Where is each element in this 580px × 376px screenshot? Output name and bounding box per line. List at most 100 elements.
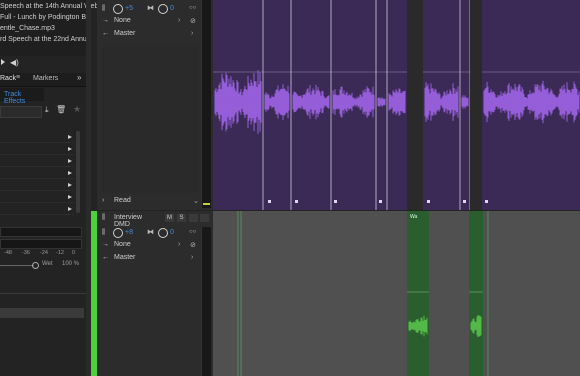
- left-panel: Speech at the 14th Annual Web Full - Lun…: [0, 0, 98, 376]
- effect-slot[interactable]: [0, 179, 74, 191]
- effect-slot[interactable]: [0, 203, 74, 215]
- phase-invert-icon[interactable]: ⊘: [190, 17, 196, 25]
- track2-input-dropdown[interactable]: None ›: [111, 241, 185, 250]
- save-preset-icon[interactable]: ⤓: [45, 105, 49, 115]
- track2-lane: [213, 211, 580, 376]
- pan-knob-icon[interactable]: [158, 4, 168, 14]
- pan-icon[interactable]: ⧓: [147, 4, 154, 12]
- automation-expand-icon[interactable]: ›: [102, 197, 104, 204]
- track1-output-value: Master: [114, 30, 136, 37]
- effect-slot[interactable]: [0, 155, 74, 167]
- volume-knob-icon[interactable]: [113, 228, 123, 238]
- track1-output-dropdown[interactable]: Master ›: [111, 30, 197, 39]
- slot-arrow-icon[interactable]: [68, 195, 72, 199]
- track1-pan-value[interactable]: 0: [170, 5, 174, 12]
- file-item[interactable]: rd Speech at the 22nd Annua: [0, 35, 91, 44]
- file-item[interactable]: entle_Chase.mp3: [0, 24, 55, 33]
- pan-icon[interactable]: ⧓: [147, 228, 154, 236]
- meter-tick-label: -36: [22, 250, 30, 256]
- track1-input-value: None: [114, 17, 131, 24]
- track2-clip: [469, 211, 483, 376]
- track-effects-label: Track Effects: [4, 91, 26, 105]
- meter-tick-label: 0: [72, 250, 76, 256]
- volume-knob-icon[interactable]: [113, 4, 123, 14]
- slot-arrow-icon[interactable]: [68, 135, 72, 139]
- slot-arrow-icon[interactable]: [68, 171, 72, 175]
- clip-label: Wa: [410, 214, 418, 220]
- preset-dropdown[interactable]: [0, 106, 42, 118]
- phase-invert-icon[interactable]: ⊘: [190, 241, 196, 249]
- chevron-right-icon: ›: [178, 17, 181, 24]
- speaker-icon[interactable]: ◀): [10, 58, 19, 67]
- monitor-input-button[interactable]: [200, 214, 209, 222]
- meter-scale: -48 -36 -24 -12 0: [0, 250, 80, 258]
- track2-input-value: None: [114, 241, 131, 248]
- lower-panel-header: [0, 308, 84, 318]
- track1-volume-value[interactable]: +5: [125, 5, 133, 12]
- stereo-icon[interactable]: ○○: [189, 229, 196, 235]
- track2-header: Interview DMD ⫼ M S ⫼ +8 ⧓ 0 ○○ → None ›…: [97, 211, 213, 376]
- track1-input-dropdown[interactable]: None ›: [111, 17, 185, 26]
- delete-preset-icon[interactable]: 🗑: [56, 105, 66, 114]
- slot-arrow-icon[interactable]: [68, 207, 72, 211]
- multitrack-timeline[interactable]: Wa: [213, 0, 580, 376]
- tab-track-effects[interactable]: Track Effects: [0, 88, 44, 105]
- track2-level-meter: [201, 227, 211, 376]
- chevron-down-icon: ⌄: [193, 198, 199, 205]
- mix-slider-track[interactable]: [0, 265, 34, 266]
- track2-output-value: Master: [114, 254, 136, 261]
- meter-tick-label: -12: [56, 250, 64, 256]
- track2-name: Interview DMD: [114, 214, 143, 228]
- track2-output-dropdown[interactable]: Master ›: [111, 254, 197, 263]
- files-list: Speech at the 14th Annual Web Full - Lun…: [0, 0, 98, 56]
- file-item[interactable]: Speech at the 14th Annual Web: [0, 2, 98, 11]
- solo-button[interactable]: S: [177, 214, 186, 222]
- effect-slot[interactable]: [0, 167, 74, 179]
- chevron-right-icon: ›: [191, 254, 194, 261]
- chevron-right-icon: ›: [178, 241, 181, 248]
- effect-slots: [0, 131, 80, 221]
- clip-gap: [470, 0, 482, 210]
- wet-value[interactable]: 100 %: [62, 261, 79, 267]
- expand-panels-icon[interactable]: »: [77, 73, 81, 82]
- clip-gap: [407, 0, 423, 210]
- favorite-star-icon[interactable]: ★: [73, 104, 81, 115]
- meter-tick-label: -48: [4, 250, 12, 256]
- timeline-area[interactable]: Wa: [213, 0, 580, 376]
- mix-slider-handle[interactable]: [32, 262, 39, 269]
- preset-row: ⤓ 🗑 ★: [0, 104, 86, 118]
- track1-fx-area: [102, 45, 198, 193]
- input-arrow-icon: →: [102, 241, 109, 248]
- panel-menu-icon[interactable]: ≡: [16, 74, 20, 81]
- effect-slot[interactable]: [0, 191, 74, 203]
- level-meter: [0, 239, 82, 249]
- effect-slot[interactable]: [0, 143, 74, 155]
- slot-arrow-icon[interactable]: [68, 147, 72, 151]
- play-icon[interactable]: [1, 59, 5, 65]
- panel-tab-bar: Rack ≡ Markers »: [0, 73, 86, 87]
- record-arm-button[interactable]: [189, 214, 198, 222]
- chevron-right-icon: ›: [191, 30, 194, 37]
- effects-scrollbar[interactable]: [76, 131, 80, 213]
- effect-slot[interactable]: [0, 131, 74, 143]
- track-meter-icon: ⫼: [102, 229, 106, 236]
- pan-knob-icon[interactable]: [158, 228, 168, 238]
- output-arrow-icon: ←: [102, 30, 109, 37]
- track-meter-icon: ⫼: [102, 214, 106, 221]
- panel-divider: [0, 293, 86, 294]
- slot-arrow-icon[interactable]: [68, 159, 72, 163]
- mute-button[interactable]: M: [165, 214, 174, 222]
- level-meter: [0, 227, 82, 237]
- tab-effects-rack[interactable]: Rack: [0, 75, 16, 82]
- track2-pan-value[interactable]: 0: [170, 229, 174, 236]
- track2-volume-value[interactable]: +8: [125, 229, 133, 236]
- slot-arrow-icon[interactable]: [68, 183, 72, 187]
- input-arrow-icon: →: [102, 17, 109, 24]
- transport-controls: ◀): [0, 57, 86, 69]
- wet-label: Wet: [42, 261, 53, 267]
- tab-markers[interactable]: Markers: [33, 75, 58, 82]
- stereo-icon[interactable]: ○○: [189, 5, 196, 11]
- track1-automation-dropdown[interactable]: Read ⌄: [111, 197, 199, 206]
- track2-name-field[interactable]: Interview DMD: [111, 213, 157, 228]
- file-item[interactable]: Full - Lunch by Podington B: [0, 13, 86, 22]
